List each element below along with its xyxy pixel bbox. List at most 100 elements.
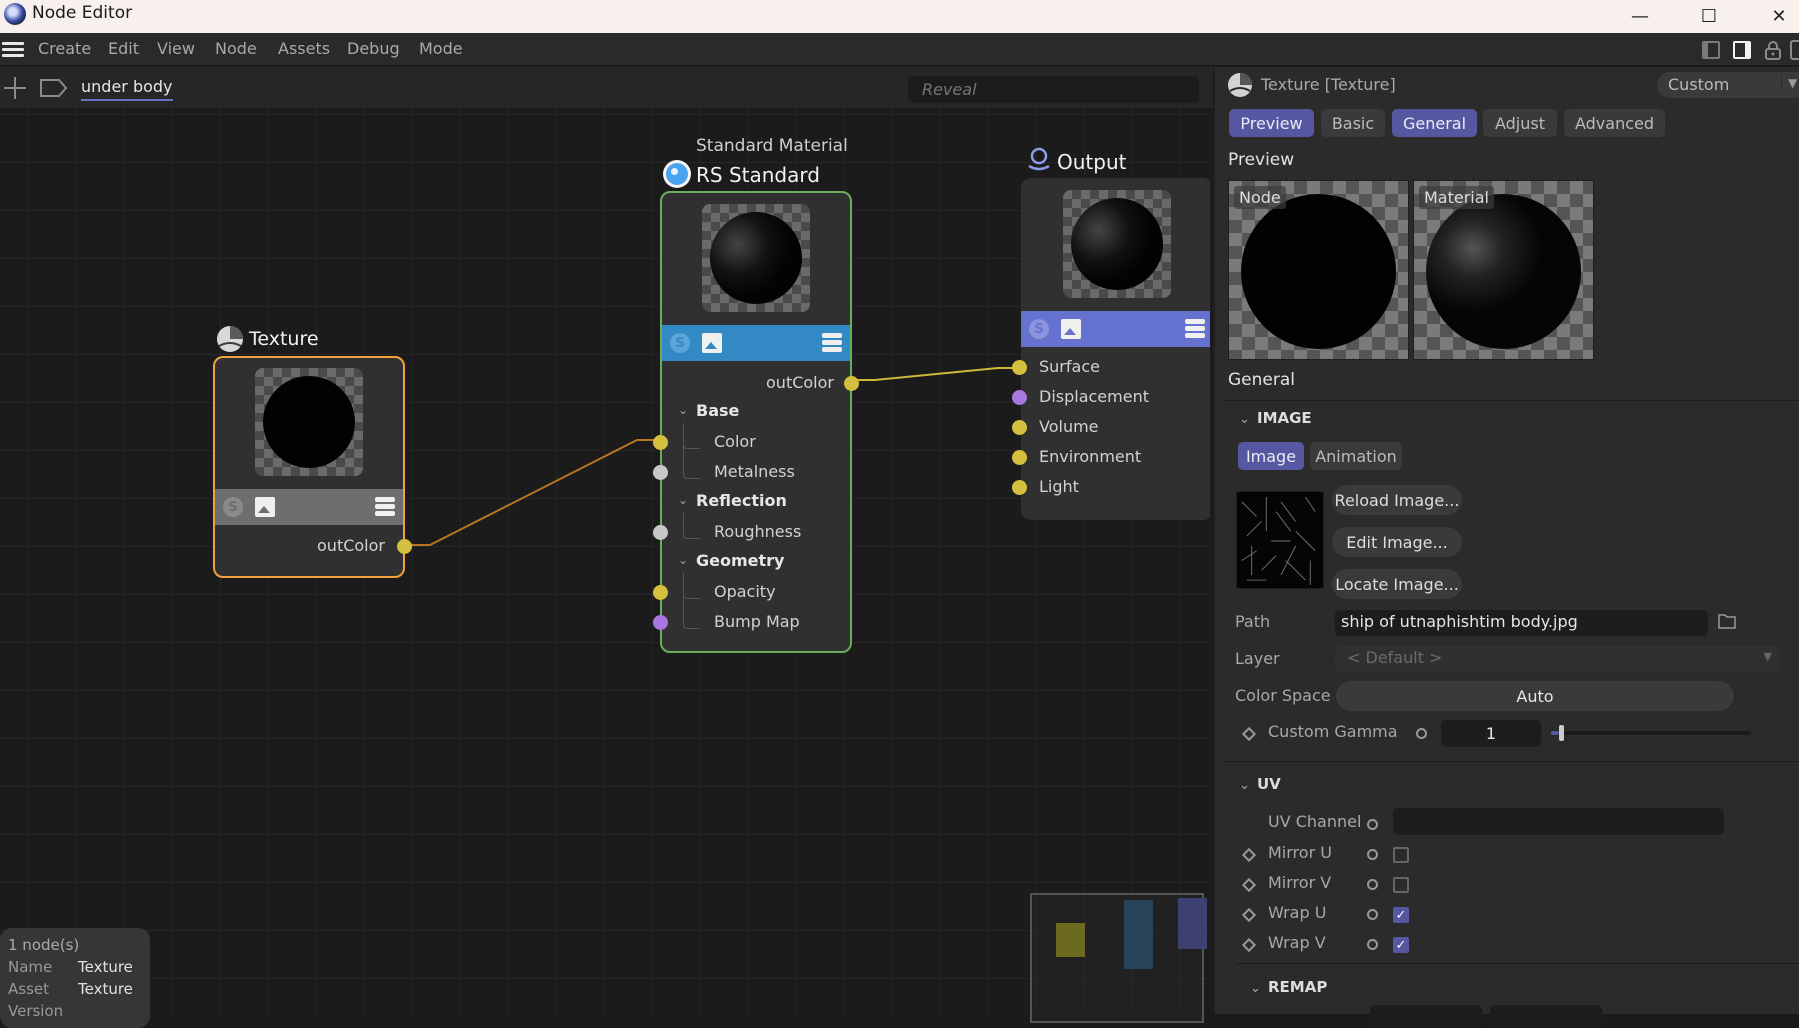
remap-section-title[interactable]: REMAP [1268, 978, 1327, 996]
breadcrumb[interactable]: under body [81, 77, 173, 101]
output-node[interactable]: S Surface Displacement Volume Environmen… [1012, 178, 1210, 520]
folder-icon[interactable] [1718, 613, 1736, 629]
menu-assets[interactable]: Assets [278, 39, 330, 58]
custom-gamma-input[interactable]: 1 [1441, 720, 1541, 747]
image-preview-icon[interactable] [702, 333, 722, 353]
chevron-down-icon[interactable]: ⌄ [678, 493, 688, 507]
minimap[interactable] [1030, 893, 1207, 1023]
remap-field[interactable] [1490, 1005, 1602, 1025]
edit-image-button[interactable]: Edit Image... [1332, 527, 1462, 557]
preview-section-title: Preview [1228, 150, 1295, 170]
solo-icon[interactable]: S [1029, 319, 1049, 339]
chevron-down-icon[interactable]: ⌄ [1239, 778, 1250, 793]
layer-value: < Default > [1347, 648, 1443, 667]
close-button[interactable]: ✕ [1754, 0, 1799, 33]
uv-channel-input[interactable] [1393, 808, 1724, 835]
keyframe-diamond-icon[interactable] [1241, 907, 1257, 923]
uv-section-title[interactable]: UV [1257, 775, 1281, 793]
mirror-v-checkbox[interactable] [1393, 877, 1409, 893]
port-in-opacity[interactable] [653, 585, 668, 600]
color-space-dropdown[interactable]: Auto [1336, 681, 1734, 711]
group-geometry[interactable]: Geometry [696, 551, 784, 570]
tab-general[interactable]: General [1392, 109, 1477, 137]
port-in-volume[interactable] [1012, 420, 1027, 435]
node-menu-icon[interactable] [375, 497, 395, 517]
layout-right-icon[interactable] [1732, 40, 1752, 60]
menu-edit[interactable]: Edit [108, 39, 139, 58]
slider-handle[interactable] [1559, 725, 1564, 741]
port-out-outcolor[interactable] [844, 376, 859, 391]
menu-debug[interactable]: Debug [347, 39, 400, 58]
new-window-icon[interactable] [1790, 40, 1799, 60]
maximize-button[interactable]: ☐ [1684, 0, 1734, 33]
chevron-down-icon[interactable]: ⌄ [678, 403, 688, 417]
port-out-outcolor[interactable] [397, 539, 412, 554]
keyframe-diamond-icon[interactable] [1241, 847, 1257, 863]
add-node-icon[interactable] [4, 77, 26, 99]
subtab-image[interactable]: Image [1238, 442, 1304, 470]
output-node-title: Output [1057, 150, 1127, 174]
divider [1235, 963, 1799, 964]
animate-circle-icon[interactable] [1367, 819, 1378, 830]
port-in-bump-map[interactable] [653, 615, 668, 630]
group-reflection[interactable]: Reflection [696, 491, 787, 510]
port-in-environment[interactable] [1012, 450, 1027, 465]
image-preview-icon[interactable] [255, 497, 275, 517]
port-in-color[interactable] [653, 435, 668, 450]
reload-image-button[interactable]: Reload Image... [1332, 485, 1462, 515]
chevron-down-icon[interactable]: ⌄ [678, 553, 688, 567]
chevron-down-icon[interactable]: ▼ [1781, 76, 1797, 90]
preset-dropdown[interactable]: Custom ▼ [1657, 72, 1799, 98]
tag-icon[interactable] [40, 79, 68, 97]
node-menu-icon[interactable] [822, 333, 842, 353]
chevron-down-icon[interactable]: ⌄ [1239, 412, 1250, 427]
image-preview-icon[interactable] [1061, 319, 1081, 339]
wrap-v-checkbox[interactable]: ✓ [1393, 937, 1409, 953]
image-section-title[interactable]: IMAGE [1257, 409, 1312, 427]
group-base[interactable]: Base [696, 401, 739, 420]
port-in-light[interactable] [1012, 480, 1027, 495]
tab-adjust[interactable]: Adjust [1483, 109, 1557, 137]
reveal-search-input[interactable] [908, 76, 1199, 103]
wrap-u-checkbox[interactable]: ✓ [1393, 907, 1409, 923]
remap-field[interactable] [1370, 1005, 1482, 1025]
locate-image-button[interactable]: Locate Image... [1332, 569, 1462, 599]
solo-icon[interactable]: S [223, 497, 243, 517]
wire-texture-to-color [405, 439, 660, 546]
port-in-displacement[interactable] [1012, 390, 1027, 405]
keyframe-diamond-icon[interactable] [1241, 726, 1257, 742]
node-menu-icon[interactable] [1185, 319, 1205, 339]
animate-circle-icon[interactable] [1367, 939, 1378, 950]
menu-create[interactable]: Create [38, 39, 91, 58]
layout-left-icon[interactable] [1701, 40, 1721, 60]
path-field[interactable]: ship of utnaphishtim body.jpg [1335, 610, 1708, 636]
tab-preview[interactable]: Preview [1229, 109, 1314, 137]
solo-icon[interactable]: S [670, 333, 690, 353]
animate-circle-icon[interactable] [1367, 849, 1378, 860]
tab-basic[interactable]: Basic [1321, 109, 1385, 137]
keyframe-diamond-icon[interactable] [1241, 877, 1257, 893]
animate-circle-icon[interactable] [1367, 879, 1378, 890]
menu-mode[interactable]: Mode [419, 39, 463, 58]
output-node-toolbar: S [1021, 311, 1210, 347]
animate-circle-icon[interactable] [1416, 728, 1427, 739]
custom-gamma-slider[interactable] [1551, 725, 1751, 741]
keyframe-diamond-icon[interactable] [1241, 937, 1257, 953]
chevron-down-icon[interactable]: ⌄ [1250, 981, 1261, 996]
node-canvas[interactable]: Texture S outColor Standard Material RS … [0, 108, 1210, 1014]
lock-icon[interactable] [1763, 40, 1783, 60]
menu-node[interactable]: Node [215, 39, 257, 58]
layer-dropdown[interactable]: < Default > ▼ [1335, 646, 1780, 672]
rs-standard-node[interactable]: S outColor ⌄ Base Color Metalness ⌄ Refl… [653, 191, 859, 653]
hamburger-menu-icon[interactable] [2, 42, 24, 58]
tab-advanced[interactable]: Advanced [1564, 109, 1665, 137]
animate-circle-icon[interactable] [1367, 909, 1378, 920]
minimize-button[interactable]: — [1615, 0, 1665, 33]
port-in-surface[interactable] [1012, 360, 1027, 375]
menu-view[interactable]: View [157, 39, 195, 58]
subtab-animation[interactable]: Animation [1310, 442, 1402, 470]
port-in-metalness[interactable] [653, 465, 668, 480]
port-in-roughness[interactable] [653, 525, 668, 540]
texture-node[interactable]: S outColor [213, 356, 412, 578]
mirror-u-checkbox[interactable] [1393, 847, 1409, 863]
